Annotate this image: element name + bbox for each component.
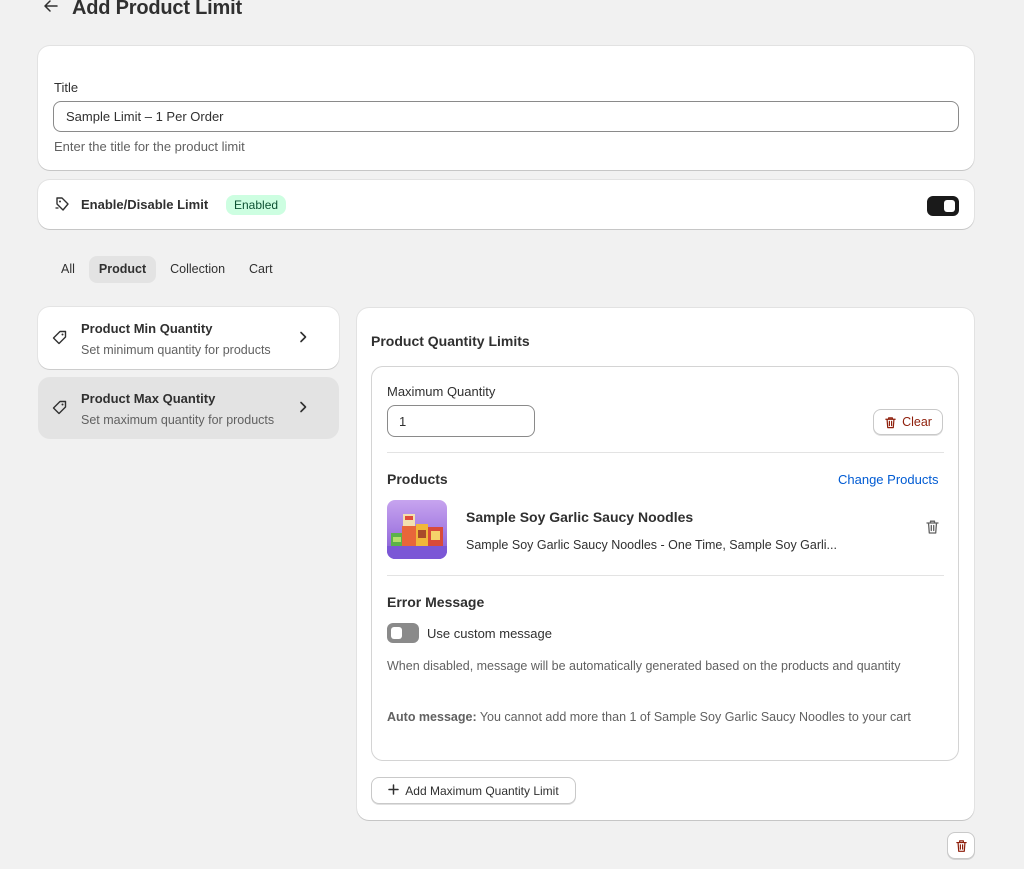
product-thumbnail: [387, 500, 447, 559]
nav-item-product-min-quantity[interactable]: Product Min Quantity Set minimum quantit…: [38, 307, 339, 369]
max-quantity-label: Maximum Quantity: [387, 384, 496, 399]
delete-limit-button[interactable]: [947, 832, 975, 859]
title-help-text: Enter the title for the product limit: [54, 139, 245, 154]
clear-button-label: Clear: [902, 415, 932, 429]
toggle-knob: [944, 200, 955, 212]
title-label: Title: [54, 80, 79, 95]
page-header: Add Product Limit: [44, 0, 242, 22]
status-badge: Enabled: [226, 195, 287, 215]
tab-all[interactable]: All: [51, 256, 85, 283]
tab-cart[interactable]: Cart: [239, 256, 283, 283]
max-quantity-rule-box: Maximum Quantity Clear Products Change P…: [371, 366, 959, 761]
trash-icon: [955, 839, 967, 852]
add-max-quantity-limit-button[interactable]: Add Maximum Quantity Limit: [371, 777, 576, 804]
arrow-left-icon[interactable]: [44, 0, 60, 17]
product-name: Sample Soy Garlic Saucy Noodles: [466, 509, 694, 525]
tag-icon: [52, 400, 67, 415]
nav-item-title: Product Max Quantity: [81, 391, 216, 406]
max-quantity-input[interactable]: [387, 405, 535, 437]
plus-icon: [388, 783, 400, 798]
trash-icon[interactable]: [925, 519, 940, 535]
discount-tag-icon: [54, 196, 70, 212]
page-title: Add Product Limit: [72, 0, 242, 19]
custom-message-toggle[interactable]: [387, 623, 419, 643]
nav-item-product-max-quantity[interactable]: Product Max Quantity Set maximum quantit…: [38, 377, 339, 439]
divider: [387, 452, 944, 453]
error-message-heading: Error Message: [387, 594, 485, 610]
nav-item-title: Product Min Quantity: [81, 321, 213, 336]
add-button-label: Add Maximum Quantity Limit: [405, 783, 559, 798]
enable-limit-label: Enable/Disable Limit: [81, 197, 209, 212]
change-products-link[interactable]: Change Products: [838, 472, 938, 487]
products-heading: Products: [387, 471, 448, 487]
auto-message-text: You cannot add more than 1 of Sample Soy…: [476, 710, 911, 724]
enable-limit-toggle[interactable]: [927, 196, 959, 216]
quantity-limits-panel: Product Quantity Limits Maximum Quantity…: [357, 308, 974, 820]
trash-icon: [885, 416, 896, 428]
tab-collection[interactable]: Collection: [160, 256, 235, 283]
tag-icon: [52, 330, 67, 345]
limit-type-tabs: All Product Collection Cart: [51, 256, 283, 283]
product-variants: Sample Soy Garlic Saucy Noodles - One Ti…: [466, 538, 837, 552]
panel-title: Product Quantity Limits: [371, 333, 530, 349]
nav-item-subtitle: Set minimum quantity for products: [81, 343, 271, 357]
toggle-knob: [391, 627, 402, 639]
title-card: Title Enter the title for the product li…: [38, 46, 974, 170]
chevron-right-icon: [298, 331, 308, 343]
custom-message-label: Use custom message: [427, 626, 552, 641]
enable-limit-card: Enable/Disable Limit Enabled: [38, 180, 974, 229]
nav-item-subtitle: Set maximum quantity for products: [81, 413, 275, 427]
clear-button[interactable]: Clear: [873, 409, 943, 435]
custom-message-help: When disabled, message will be automatic…: [387, 659, 901, 673]
divider: [387, 575, 944, 576]
title-input[interactable]: [53, 101, 959, 132]
chevron-right-icon: [298, 401, 308, 413]
auto-message: Auto message: You cannot add more than 1…: [387, 707, 937, 727]
auto-message-label: Auto message:: [387, 710, 477, 724]
tab-product[interactable]: Product: [88, 256, 157, 283]
